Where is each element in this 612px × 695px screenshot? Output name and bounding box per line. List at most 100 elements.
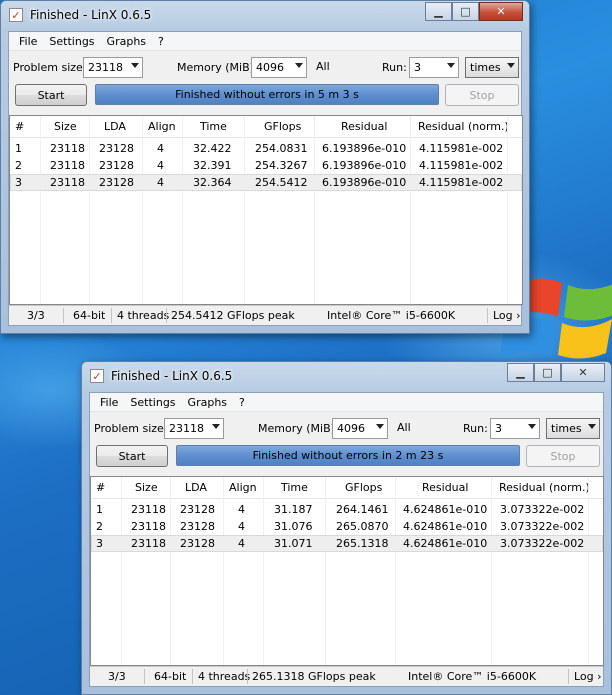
table-row[interactable]: 2 23118 23128 4 32.391 254.3267 6.193896…	[10, 157, 522, 174]
cell-size: 23118	[131, 520, 166, 533]
cell-residual: 6.193896e-010	[322, 142, 407, 155]
menu-settings[interactable]: Settings	[43, 35, 100, 48]
memory-combo[interactable]: 4096	[251, 57, 307, 78]
table-row[interactable]: 1 23118 23128 4 32.422 254.0831 6.193896…	[10, 140, 522, 157]
cell-lda: 23128	[99, 159, 134, 172]
table-row-selected[interactable]: 3 23118 23128 4 31.071 265.1318 4.624861…	[91, 535, 603, 552]
start-button[interactable]: Start	[96, 445, 168, 467]
col-header-size[interactable]: Size	[135, 481, 158, 494]
cell-index: 3	[96, 537, 103, 550]
cell-index: 1	[96, 503, 103, 516]
run-mode-combo[interactable]: times	[465, 57, 519, 78]
problem-size-label: Problem size:	[94, 422, 168, 435]
cell-size: 23118	[131, 537, 166, 550]
status-progress: 3/3	[108, 670, 126, 683]
menu-settings[interactable]: Settings	[124, 396, 181, 409]
minimize-button[interactable]: ▁	[507, 363, 534, 382]
menu-graphs[interactable]: Graphs	[101, 35, 152, 48]
stop-button[interactable]: Stop	[445, 84, 519, 106]
cell-index: 3	[15, 176, 22, 189]
col-header-residual-norm[interactable]: Residual (norm.)	[418, 120, 509, 133]
menu-help[interactable]: ?	[152, 35, 170, 48]
cell-lda: 23128	[99, 176, 134, 189]
app-checkmark-icon: ✓	[9, 8, 23, 22]
table-header: # Size LDA Align Time GFlops Residual Re…	[10, 116, 522, 138]
status-peak: 265.1318 GFlops peak	[252, 670, 376, 683]
col-header-gflops[interactable]: GFlops	[345, 481, 382, 494]
menu-graphs[interactable]: Graphs	[182, 396, 233, 409]
col-header-align[interactable]: Align	[229, 481, 257, 494]
status-arch: 64-bit	[154, 670, 187, 683]
table-row[interactable]: 1 23118 23128 4 31.187 264.1461 4.624861…	[91, 501, 603, 518]
run-count-combo[interactable]: 3	[490, 418, 540, 439]
all-memory-link[interactable]: All	[316, 60, 330, 73]
col-header-time[interactable]: Time	[281, 481, 308, 494]
chevron-down-icon	[507, 63, 515, 68]
col-header-lda[interactable]: LDA	[185, 481, 207, 494]
col-header-align[interactable]: Align	[148, 120, 176, 133]
problem-size-label: Problem size:	[13, 61, 87, 74]
cell-time: 31.071	[274, 537, 313, 550]
status-cpu: Intel® Core™ i5-6600K	[408, 670, 537, 683]
maximize-button[interactable]: □	[452, 2, 479, 21]
client-area: File Settings Graphs ? Problem size: 231…	[8, 31, 523, 326]
problem-size-combo[interactable]: 23118	[83, 57, 143, 78]
run-mode-value: times	[551, 422, 582, 435]
log-button[interactable]: Log ›	[574, 670, 602, 683]
col-header-gflops[interactable]: GFlops	[264, 120, 301, 133]
linx-window-1[interactable]: ✓ Finished - LinX 0.6.5 ▁ □ ✕ File Setti…	[0, 0, 530, 334]
menu-file[interactable]: File	[13, 35, 43, 48]
problem-size-combo[interactable]: 23118	[164, 418, 224, 439]
cell-align: 4	[157, 159, 164, 172]
cell-time: 32.422	[193, 142, 232, 155]
col-header-time[interactable]: Time	[200, 120, 227, 133]
all-memory-link[interactable]: All	[397, 421, 411, 434]
results-table[interactable]: # Size LDA Align Time GFlops Residual Re…	[9, 115, 523, 305]
title-bar[interactable]: ✓ Finished - LinX 0.6.5 ▁ □ ✕	[1, 1, 529, 31]
log-button[interactable]: Log ›	[493, 309, 521, 322]
cell-index: 2	[96, 520, 103, 533]
linx-window-2[interactable]: ✓ Finished - LinX 0.6.5 ▁ □ ✕ File Setti…	[81, 361, 612, 695]
col-header-lda[interactable]: LDA	[104, 120, 126, 133]
run-count-combo[interactable]: 3	[409, 57, 459, 78]
table-header: # Size LDA Align Time GFlops Residual Re…	[91, 477, 603, 499]
title-bar[interactable]: ✓ Finished - LinX 0.6.5 ▁ □ ✕	[82, 362, 611, 392]
col-header-index[interactable]: #	[15, 120, 24, 133]
start-button[interactable]: Start	[15, 84, 87, 106]
maximize-icon: □	[542, 366, 553, 379]
close-button[interactable]: ✕	[479, 2, 523, 21]
chevron-down-icon	[528, 424, 536, 429]
col-header-residual[interactable]: Residual	[341, 120, 387, 133]
table-row-selected[interactable]: 3 23118 23128 4 32.364 254.5412 6.193896…	[10, 174, 522, 191]
minimize-icon: ▁	[434, 5, 443, 18]
status-arch: 64-bit	[73, 309, 106, 322]
cell-residual-norm: 4.115981e-002	[419, 142, 504, 155]
cell-lda: 23128	[180, 520, 215, 533]
cell-residual-norm: 3.073322e-002	[500, 520, 585, 533]
run-label: Run:	[463, 422, 488, 435]
col-header-index[interactable]: #	[96, 481, 105, 494]
close-button[interactable]: ✕	[561, 363, 605, 382]
status-bar: 3/3 64-bit 4 threads 254.5412 GFlops pea…	[9, 305, 521, 325]
results-table[interactable]: # Size LDA Align Time GFlops Residual Re…	[90, 476, 604, 666]
col-header-residual-norm[interactable]: Residual (norm.)	[499, 481, 590, 494]
cell-residual: 4.624861e-010	[403, 537, 488, 550]
chevron-down-icon	[376, 424, 384, 429]
menu-help[interactable]: ?	[233, 396, 251, 409]
minimize-button[interactable]: ▁	[425, 2, 452, 21]
status-progress: 3/3	[27, 309, 45, 322]
stop-button[interactable]: Stop	[526, 445, 600, 467]
run-mode-combo[interactable]: times	[546, 418, 600, 439]
cell-align: 4	[157, 176, 164, 189]
cell-gflops: 254.5412	[255, 176, 308, 189]
col-header-residual[interactable]: Residual	[422, 481, 468, 494]
window-title: Finished - LinX 0.6.5	[30, 8, 152, 22]
menu-file[interactable]: File	[94, 396, 124, 409]
maximize-button[interactable]: □	[534, 363, 561, 382]
problem-size-value: 23118	[169, 422, 204, 435]
minimize-icon: ▁	[516, 366, 525, 379]
table-row[interactable]: 2 23118 23128 4 31.076 265.0870 4.624861…	[91, 518, 603, 535]
status-bar: 3/3 64-bit 4 threads 265.1318 GFlops pea…	[90, 666, 603, 686]
col-header-size[interactable]: Size	[54, 120, 77, 133]
memory-combo[interactable]: 4096	[332, 418, 388, 439]
